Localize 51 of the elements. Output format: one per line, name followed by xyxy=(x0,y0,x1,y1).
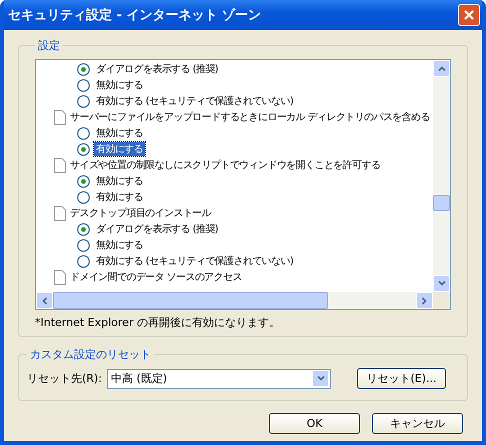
option-label[interactable]: 無効にする xyxy=(94,78,146,92)
scroll-thumb[interactable] xyxy=(53,292,328,309)
radio-button[interactable] xyxy=(77,142,90,156)
dialog-button[interactable]: OK xyxy=(269,413,360,434)
scroll-left-button[interactable] xyxy=(36,292,53,309)
option-label[interactable]: 無効にする xyxy=(94,238,146,252)
radio-button[interactable] xyxy=(77,78,90,92)
document-icon xyxy=(54,158,66,172)
close-button[interactable] xyxy=(458,4,480,26)
document-icon xyxy=(54,270,66,284)
scroll-right-button[interactable] xyxy=(416,292,433,309)
radio-button[interactable] xyxy=(77,174,90,188)
option-label[interactable]: 有効にする (セキュリティで保護されていない) xyxy=(94,254,296,268)
window-title: セキュリティ設定 - インターネット ゾーン xyxy=(8,6,261,24)
setting-label: デスクトップ項目のインストール xyxy=(70,206,212,220)
dialog-button[interactable]: キャンセル xyxy=(372,413,463,434)
scroll-down-button[interactable] xyxy=(433,275,450,292)
setting-label: サイズや位置の制限なしにスクリプトでウィンドウを開くことを許可する xyxy=(70,158,380,172)
radio-button[interactable] xyxy=(77,222,90,236)
settings-list[interactable] xyxy=(35,59,451,310)
scroll-up-button[interactable] xyxy=(433,60,450,77)
group-title: 設定 xyxy=(37,38,61,53)
option-label[interactable]: 無効にする xyxy=(94,126,146,140)
option-label[interactable]: 有効にする xyxy=(94,190,146,204)
left-icon xyxy=(42,296,47,304)
scroll-thumb[interactable] xyxy=(433,195,450,211)
up-icon xyxy=(438,66,446,71)
option-label[interactable]: 無効にする xyxy=(94,174,146,188)
option-label[interactable]: 有効にする xyxy=(94,142,146,156)
scrollbar-corner xyxy=(433,292,450,309)
right-icon xyxy=(422,296,427,304)
radio-button[interactable] xyxy=(77,62,90,76)
level-dropdown[interactable]: 中高 (既定) xyxy=(107,368,331,388)
radio-button[interactable] xyxy=(77,126,90,140)
radio-button[interactable] xyxy=(77,190,90,204)
group-title: カスタム設定のリセット xyxy=(29,347,152,362)
option-label[interactable]: ダイアログを表示する (推奨) xyxy=(94,222,220,236)
down-icon xyxy=(438,281,446,286)
reset-label: リセット先(R): xyxy=(27,371,103,386)
option-label[interactable]: 有効にする (セキュリティで保護されていない) xyxy=(94,94,296,108)
radio-button[interactable] xyxy=(77,238,90,252)
setting-label: ドメイン間でのデータ ソースのアクセス xyxy=(70,271,242,284)
setting-label: サーバーにファイルをアップロードするときにローカル ディレクトリのパスを含める xyxy=(70,110,430,124)
option-label[interactable]: ダイアログを表示する (推奨) xyxy=(94,62,220,76)
reset-button[interactable]: リセット(E)... xyxy=(357,368,446,389)
close-icon xyxy=(463,9,475,21)
document-icon xyxy=(54,206,66,220)
document-icon xyxy=(54,110,66,124)
radio-button[interactable] xyxy=(77,94,90,108)
restart-note: *Internet Explorer の再開後に有効になります。 xyxy=(35,315,281,330)
radio-button[interactable] xyxy=(77,254,90,268)
